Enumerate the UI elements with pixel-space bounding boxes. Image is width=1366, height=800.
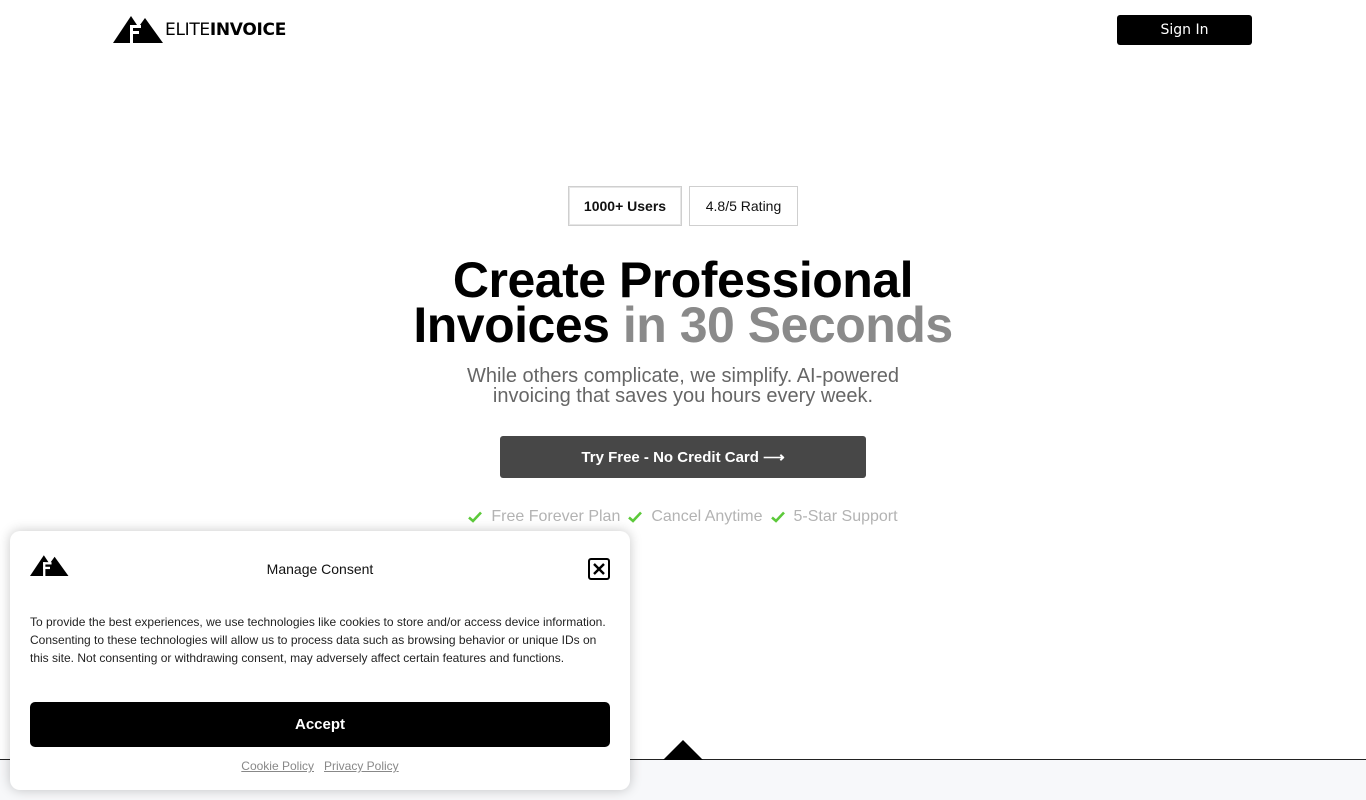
- logo-wordmark: ELITEINVOICE: [165, 19, 287, 40]
- logo-word-invoice: INVOICE: [209, 19, 287, 40]
- site-logo[interactable]: ELITEINVOICE: [113, 16, 286, 44]
- rating-badge: 4.8/5 Rating: [689, 186, 798, 226]
- hero-subheading: While others complicate, we simplify. AI…: [0, 366, 1366, 406]
- close-icon: [593, 563, 605, 575]
- feature-label: 5-Star Support: [793, 508, 898, 525]
- logo-word-elite: ELITE: [165, 19, 210, 40]
- logo-mark-icon: [113, 16, 163, 43]
- divider-triangle-icon: [663, 740, 703, 760]
- hero-headline: Create Professional Invoices in 30 Secon…: [0, 255, 1366, 350]
- headline-dark-word: Invoices: [413, 297, 610, 353]
- feature-list: Free Forever Plan Cancel Anytime 5-Star …: [0, 508, 1366, 526]
- users-badge: 1000+ Users: [568, 186, 682, 226]
- check-icon: [628, 511, 643, 523]
- feature-item: Free Forever Plan: [468, 508, 620, 526]
- feature-label: Cancel Anytime: [651, 508, 763, 525]
- feature-label: Free Forever Plan: [491, 508, 621, 525]
- cookie-policy-link[interactable]: Cookie Policy: [241, 759, 314, 773]
- consent-body: To provide the best experiences, we use …: [30, 615, 606, 665]
- feature-item: 5-Star Support: [770, 508, 898, 526]
- headline-grey-phrase: in 30 Seconds: [622, 297, 953, 353]
- check-icon: [468, 511, 483, 523]
- consent-title: Manage Consent: [266, 561, 374, 577]
- check-icon: [770, 511, 785, 523]
- headline-line-2: Invoices in 30 Seconds: [0, 300, 1366, 350]
- consent-dialog: Manage Consent To provide the best exper…: [10, 531, 630, 790]
- subhead-line-1: While others complicate, we simplify. AI…: [466, 365, 899, 387]
- stats-badges: 1000+ Users 4.8/5 Rating: [0, 186, 1366, 226]
- close-button[interactable]: [588, 558, 610, 580]
- policy-links: Cookie Policy Privacy Policy: [10, 759, 630, 773]
- accept-button[interactable]: Accept: [30, 702, 610, 747]
- sign-in-button[interactable]: Sign In: [1117, 15, 1252, 45]
- feature-item: Cancel Anytime: [628, 508, 763, 526]
- try-free-button[interactable]: Try Free - No Credit Card ⟶: [500, 436, 866, 478]
- subhead-line-2: invoicing that saves you hours every wee…: [492, 385, 874, 407]
- site-header: ELITEINVOICE Sign In: [0, 0, 1366, 60]
- privacy-policy-link[interactable]: Privacy Policy: [324, 759, 399, 773]
